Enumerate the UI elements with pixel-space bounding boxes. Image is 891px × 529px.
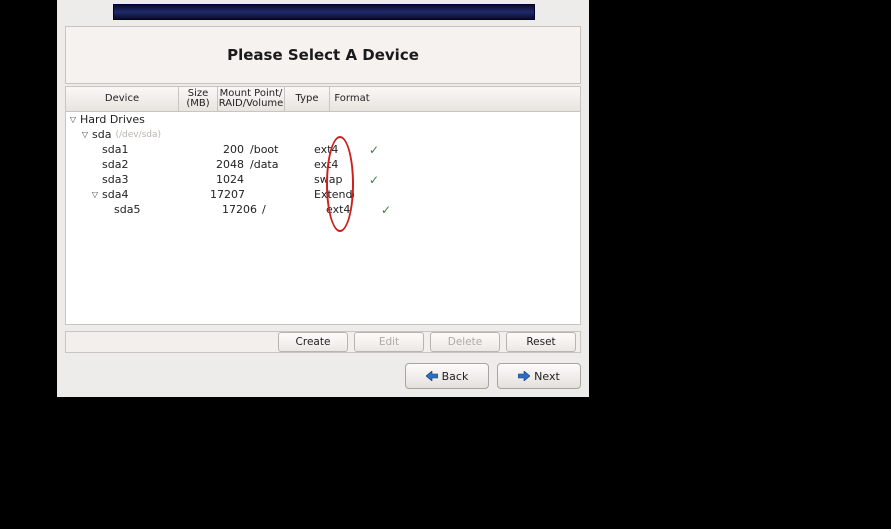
col-header-mount[interactable]: Mount Point/ RAID/Volume [218,87,285,111]
partition-type: ext4 [324,203,366,216]
expand-toggle-icon[interactable]: ▽ [80,130,90,140]
partition-name: sda3 [102,173,128,186]
table-header: Device Size (MB) Mount Point/ RAID/Volum… [66,87,580,112]
next-label: Next [534,370,560,383]
partition-name: sda1 [102,143,128,156]
partition-name: sda5 [114,203,140,216]
col-header-type[interactable]: Type [285,87,330,111]
next-button[interactable]: Next [497,363,581,389]
partition-row[interactable]: sda1 200/bootext4✓ [66,142,580,157]
arrow-right-icon [518,371,530,381]
partition-row[interactable]: sda5 17206/ext4✓ [66,202,580,217]
action-button-row: Create Edit Delete Reset [65,331,581,353]
partition-table: Device Size (MB) Mount Point/ RAID/Volum… [65,86,581,325]
col-header-device[interactable]: Device [66,87,179,111]
partition-mount: /boot [248,143,312,156]
header-banner [113,4,535,20]
partition-row[interactable]: ▽sda4 17207 Extended [66,187,580,202]
expand-toggle-icon[interactable]: ▽ [90,190,100,200]
disk-name: sda [92,128,111,141]
col-header-format[interactable]: Format [330,87,374,111]
col-header-size[interactable]: Size (MB) [179,87,218,111]
tree-root-label: Hard Drives [80,113,145,126]
partition-type: ext4 [312,143,354,156]
partition-name: sda4 [102,188,128,201]
partition-size: 200 [210,143,248,156]
back-label: Back [442,370,469,383]
partition-mount: /data [248,158,312,171]
tree-root-row[interactable]: ▽ Hard Drives [66,112,580,127]
back-button[interactable]: Back [405,363,489,389]
partition-type: ext4 [312,158,354,171]
reset-button[interactable]: Reset [506,332,576,352]
partition-row[interactable]: sda2 2048/dataext4 [66,157,580,172]
partition-size: 2048 [210,158,248,171]
expand-toggle-icon[interactable]: ▽ [68,115,78,125]
disk-path: (/dev/sda) [115,130,161,140]
partition-size: 17207 [210,188,248,201]
table-body: ▽ Hard Drives ▽ sda (/dev/sda) sda1 200/b… [66,112,580,324]
format-checkmark-icon: ✓ [366,203,406,217]
partition-mount: / [260,203,324,216]
installer-window: Please Select A Device Device Size (MB) … [57,0,589,397]
partition-row[interactable]: sda3 1024 swap✓ [66,172,580,187]
format-checkmark-icon: ✓ [354,143,394,157]
delete-button: Delete [430,332,500,352]
format-checkmark-icon: ✓ [354,173,394,187]
partition-type: swap [312,173,354,186]
page-title: Please Select A Device [227,46,419,64]
nav-button-row: Back Next [405,363,581,389]
partition-type: Extended [312,188,354,201]
disk-row[interactable]: ▽ sda (/dev/sda) [66,127,580,142]
create-button[interactable]: Create [278,332,348,352]
partition-size: 17206 [222,203,260,216]
partition-size: 1024 [210,173,248,186]
edit-button: Edit [354,332,424,352]
arrow-left-icon [426,371,438,381]
title-panel: Please Select A Device [65,26,581,84]
partition-name: sda2 [102,158,128,171]
